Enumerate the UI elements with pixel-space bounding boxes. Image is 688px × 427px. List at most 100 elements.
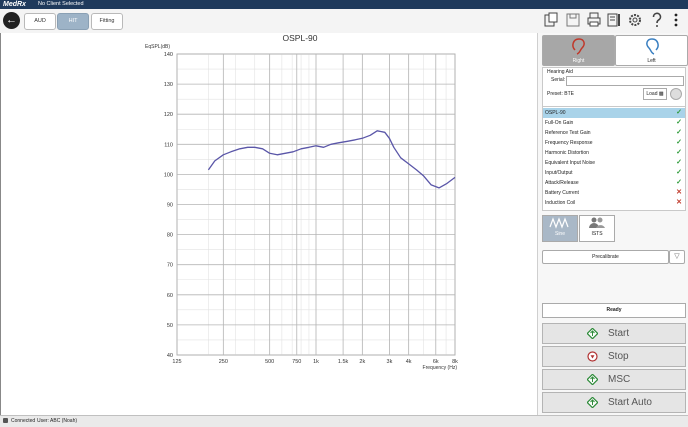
gear-icon[interactable]	[628, 12, 642, 28]
x-tick-label: 500	[265, 359, 274, 365]
test-row[interactable]: Frequency Response ✓	[543, 138, 685, 148]
hearing-aid-group: Hearing Aid Serial: Preset: BTE Load ▩	[542, 67, 686, 109]
x-tick-label: 1.5k	[338, 359, 349, 365]
tab-hit[interactable]: HIT	[57, 13, 89, 30]
right-ear-label: Right	[572, 58, 585, 64]
stop-button[interactable]: Stop	[542, 346, 686, 367]
x-tick-label: 4k	[406, 359, 412, 365]
load-label: Load	[646, 91, 658, 97]
start-label: Start	[608, 328, 630, 339]
chart-grid	[176, 53, 456, 356]
y-tick-label: 70	[167, 263, 173, 269]
ists-stimulus-button[interactable]: ISTS	[579, 215, 615, 242]
tab-aud[interactable]: AUD	[24, 13, 56, 30]
connection-icon	[3, 418, 8, 423]
y-tick-label: 90	[167, 203, 173, 209]
test-row[interactable]: Attack/Release ✓	[543, 178, 685, 188]
check-icon: ✓	[676, 139, 682, 146]
test-name: Battery Current	[545, 190, 579, 196]
msc-icon	[587, 374, 598, 385]
precalibrate-dropdown[interactable]: ▽	[669, 250, 685, 264]
test-row[interactable]: Battery Current ✕	[543, 188, 685, 198]
y-tick-label: 120	[164, 112, 173, 118]
x-tick-label: 8k	[452, 359, 458, 365]
report-icon[interactable]	[607, 12, 621, 28]
save-icon[interactable]	[566, 12, 580, 28]
sine-wave-icon	[549, 217, 569, 229]
test-row[interactable]: Reference Test Gain ✓	[543, 128, 685, 138]
current-user: User: ABC (Noah)	[37, 418, 78, 424]
sine-label: Sine	[554, 231, 565, 237]
chart-area: OSPL-90 EqSPL(dB) Frequency (Hz) 140 130 1…	[1, 33, 538, 415]
y-tick-label: 60	[167, 293, 173, 299]
test-name: OSPL-90	[545, 110, 566, 116]
y-tick-label: 110	[164, 142, 173, 148]
msc-button[interactable]: MSC	[542, 369, 686, 390]
test-row[interactable]: Full-On Gain ✓	[543, 118, 685, 128]
start-button[interactable]: Start	[542, 323, 686, 344]
check-icon: ✓	[676, 159, 682, 166]
test-row[interactable]: Equivalent Input Noise ✓	[543, 158, 685, 168]
test-row[interactable]: Harmonic Distortion ✓	[543, 148, 685, 158]
test-name: Induction Coil	[545, 200, 576, 206]
x-tick-label: 1k	[313, 359, 319, 365]
right-panel: Right Left Hearing Aid Serial: Preset: B…	[538, 33, 688, 415]
x-tick-label: 6k	[433, 359, 439, 365]
start-auto-icon	[587, 397, 598, 408]
toolbar: ← AUD HIT Fitting	[0, 9, 688, 34]
export-icon[interactable]	[544, 12, 558, 28]
sine-stimulus-button[interactable]: Sine	[542, 215, 578, 242]
preset-value: BTE	[564, 91, 574, 97]
test-name: Full-On Gain	[545, 120, 574, 126]
right-ear-button[interactable]: Right	[542, 35, 615, 66]
app-logo: MedRx	[3, 1, 26, 8]
triangle-down-icon: ▽	[674, 253, 680, 260]
cross-icon: ✕	[676, 199, 682, 206]
y-tick-label: 130	[164, 82, 173, 88]
stop-label: Stop	[608, 351, 629, 362]
print-icon[interactable]	[587, 12, 601, 28]
title-bar: MedRx No Client Selected	[0, 0, 688, 9]
precalibrate-button[interactable]: Precalibrate	[542, 250, 669, 264]
ospl90-chart: OSPL-90 EqSPL(dB) Frequency (Hz) 140 130 1…	[145, 33, 458, 371]
x-axis-label: Frequency (Hz)	[423, 365, 458, 371]
x-tick-label: 750	[292, 359, 301, 365]
serial-input[interactable]	[566, 76, 684, 86]
right-ear-icon	[571, 38, 585, 55]
test-name: Reference Test Gain	[545, 130, 591, 136]
client-name: No Client Selected	[38, 1, 84, 7]
check-icon: ✓	[676, 169, 682, 176]
test-name: Equivalent Input Noise	[545, 160, 596, 166]
x-tick-label: 250	[219, 359, 228, 365]
check-icon: ✓	[676, 129, 682, 136]
start-auto-button[interactable]: Start Auto	[542, 392, 686, 413]
status-indicator: Ready	[542, 303, 686, 318]
test-name: Attack/Release	[545, 180, 579, 186]
test-row[interactable]: Induction Coil ✕	[543, 198, 685, 208]
more-menu-icon[interactable]	[671, 12, 681, 28]
stop-icon	[587, 351, 598, 362]
test-name: Harmonic Distortion	[545, 150, 589, 156]
chart-title: OSPL-90	[283, 33, 318, 43]
y-tick-label: 50	[167, 323, 173, 329]
people-icon	[589, 217, 605, 228]
hearing-aid-title: Hearing Aid	[547, 69, 573, 75]
left-ear-button[interactable]: Left	[615, 35, 688, 66]
check-icon: ✓	[676, 119, 682, 126]
back-arrow-icon[interactable]: ←	[3, 12, 20, 29]
help-icon[interactable]	[650, 12, 664, 28]
test-name: Input/Output	[545, 170, 573, 176]
load-icon: ▩	[658, 91, 664, 97]
left-ear-icon	[645, 38, 659, 55]
test-row[interactable]: Input/Output ✓	[543, 168, 685, 178]
connection-status: Connected	[11, 418, 36, 424]
preset-text: Preset: BTE	[547, 91, 574, 97]
test-row[interactable]: OSPL-90 ✓	[543, 108, 685, 118]
tab-fitting[interactable]: Fitting	[91, 13, 123, 30]
reset-button[interactable]	[670, 88, 682, 100]
check-icon: ✓	[676, 179, 682, 186]
load-button[interactable]: Load ▩	[643, 88, 667, 100]
start-auto-label: Start Auto	[608, 397, 652, 408]
x-tick-label: 2k	[359, 359, 365, 365]
y-tick-label: 140	[164, 52, 173, 58]
